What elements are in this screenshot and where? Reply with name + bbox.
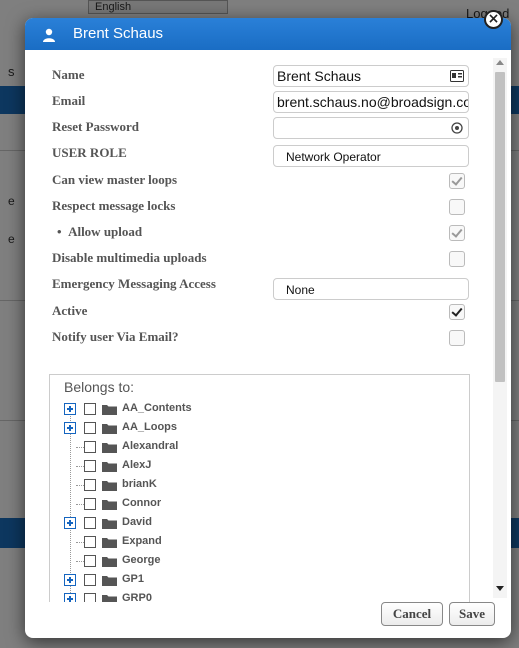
tree-branch-line (76, 447, 84, 448)
tree-node-label: George (122, 554, 161, 566)
scroll-down-arrow-icon[interactable] (496, 586, 504, 591)
tree-branch-line (76, 504, 84, 505)
folder-icon (102, 405, 117, 415)
scroll-thumb[interactable] (495, 72, 505, 382)
tree-branch-line (76, 466, 84, 467)
scroll-up-arrow-icon[interactable] (496, 60, 504, 65)
dialog-scrollbar[interactable] (493, 58, 507, 598)
name-value: Brent Schaus (277, 68, 362, 84)
allow-upload-label: • Allow upload (57, 224, 142, 240)
respect-message-locks-label: Respect message locks (52, 198, 176, 213)
name-field[interactable]: Brent Schaus (273, 65, 469, 87)
bullet-icon: • (57, 224, 62, 239)
tree-node[interactable]: Expand (64, 534, 364, 552)
folder-icon (102, 519, 117, 529)
reset-password-field[interactable] (273, 117, 469, 139)
email-value: brent.schaus.no@broadsign.co (277, 94, 469, 110)
tree-node-label: Connor (122, 497, 162, 509)
close-button[interactable]: × (484, 10, 503, 29)
folder-icon (102, 481, 117, 491)
emergency-messaging-access-label: Emergency Messaging Access (52, 276, 216, 291)
email-field[interactable]: brent.schaus.no@broadsign.co (273, 91, 469, 113)
expand-plus-icon[interactable] (64, 574, 76, 586)
allow-upload-checkbox[interactable] (449, 225, 465, 241)
tree-node-checkbox[interactable] (84, 403, 96, 415)
save-button[interactable]: Save (449, 602, 495, 626)
user-dialog: Brent Schaus × Name Brent Schaus Email b… (25, 10, 511, 638)
email-label: Email (52, 93, 86, 108)
can-view-master-loops-label: Can view master loops (52, 172, 178, 187)
contact-card-icon (450, 70, 464, 82)
tree-node-checkbox[interactable] (84, 555, 96, 567)
can-view-master-loops-checkbox[interactable] (449, 173, 465, 189)
dialog-footer: Cancel Save (25, 602, 511, 638)
expand-plus-icon[interactable] (64, 403, 76, 415)
tree-node-label: David (122, 516, 152, 528)
emergency-messaging-access-select[interactable]: None (273, 278, 469, 300)
tree-node[interactable]: David (64, 515, 364, 533)
tree-node[interactable]: brianK (64, 477, 364, 495)
tree-node[interactable]: Connor (64, 496, 364, 514)
tree-node[interactable]: GRP0 (64, 591, 364, 602)
tree-node-label: AA_Loops (122, 421, 177, 433)
tree-node[interactable]: AA_Contents (64, 401, 364, 419)
active-checkbox[interactable] (449, 304, 465, 320)
expand-plus-icon[interactable] (64, 422, 76, 434)
tree-node-label: AA_Contents (122, 402, 192, 414)
cancel-button[interactable]: Cancel (381, 602, 443, 626)
expand-plus-icon[interactable] (64, 593, 76, 602)
name-label: Name (52, 67, 85, 82)
expand-plus-icon[interactable] (64, 517, 76, 529)
folder-icon (102, 576, 117, 586)
belongs-to-title: Belongs to: (64, 379, 135, 395)
disable-multimedia-uploads-label: Disable multimedia uploads (52, 250, 207, 265)
tree-node-checkbox[interactable] (84, 460, 96, 472)
tree-node-label: GP1 (122, 573, 145, 585)
tree-node-label: brianK (122, 478, 157, 490)
tree-node-label: AlexJ (122, 459, 152, 471)
tree-node-checkbox[interactable] (84, 536, 96, 548)
folder-icon (102, 424, 117, 434)
tree-node-checkbox[interactable] (84, 441, 96, 453)
tree-node-label: GRP0 (122, 592, 152, 602)
tree-node-checkbox[interactable] (84, 498, 96, 510)
belongs-to-tree[interactable]: Belongs to: AA_Contents AA_Loops Alexandra… (49, 374, 470, 602)
tree-node-label: Expand (122, 535, 162, 547)
close-icon: × (487, 11, 500, 27)
tree-branch-line (76, 561, 84, 562)
disable-multimedia-uploads-checkbox[interactable] (449, 251, 465, 267)
folder-icon (102, 595, 117, 602)
reset-password-label: Reset Password (52, 119, 140, 134)
tree-node-checkbox[interactable] (84, 479, 96, 491)
folder-icon (102, 500, 117, 510)
folder-icon (102, 557, 117, 567)
user-role-label: USER ROLE (52, 145, 127, 160)
tree-node[interactable]: AlexJ (64, 458, 364, 476)
respect-message-locks-checkbox[interactable] (449, 199, 465, 215)
tree-node-label: Alexandral (122, 440, 179, 452)
folder-icon (102, 462, 117, 472)
tree-node-checkbox[interactable] (84, 593, 96, 602)
allow-upload-text: Allow upload (68, 224, 143, 239)
tree-node[interactable]: Alexandral (64, 439, 364, 457)
notify-user-checkbox[interactable] (449, 330, 465, 346)
user-role-select[interactable]: Network Operator (273, 145, 469, 167)
folder-icon (102, 538, 117, 548)
tree-node-checkbox[interactable] (84, 574, 96, 586)
password-reveal-icon[interactable] (450, 122, 464, 134)
user-icon (43, 28, 55, 42)
tree-node[interactable]: GP1 (64, 572, 364, 590)
tree-node[interactable]: George (64, 553, 364, 571)
dialog-content: Name Brent Schaus Email brent.schaus.no@… (25, 50, 495, 602)
dialog-titlebar: Brent Schaus (25, 18, 511, 50)
tree-node-checkbox[interactable] (84, 517, 96, 529)
tree-node[interactable]: AA_Loops (64, 420, 364, 438)
active-label: Active (52, 303, 88, 318)
folder-icon (102, 443, 117, 453)
dialog-title: Brent Schaus (73, 25, 164, 42)
notify-user-label: Notify user Via Email? (52, 329, 179, 344)
tree-branch-line (76, 485, 84, 486)
tree-node-checkbox[interactable] (84, 422, 96, 434)
tree-branch-line (76, 542, 84, 543)
